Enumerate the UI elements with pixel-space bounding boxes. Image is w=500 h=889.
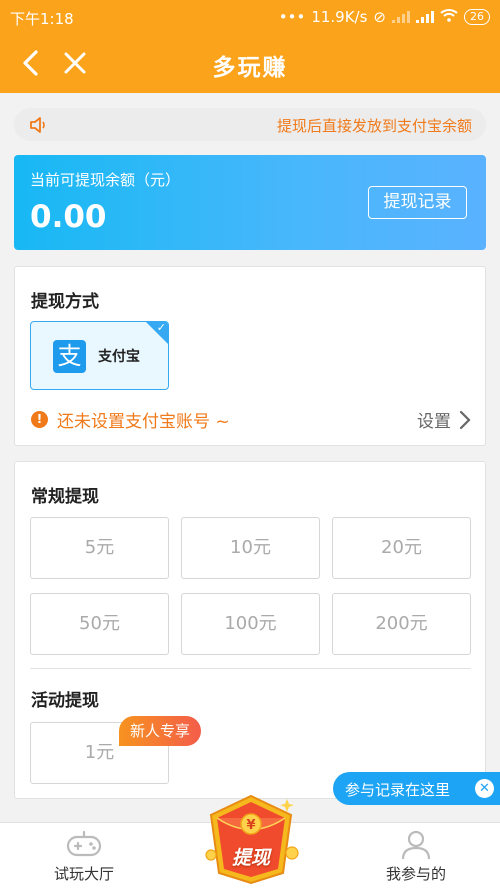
notice-bar: 提现后直接发放到支付宝余额	[14, 108, 486, 141]
notice-text: 提现后直接发放到支付宝余额	[276, 117, 472, 135]
alipay-option[interactable]: 支 支付宝 ✓	[30, 321, 169, 390]
check-icon: ✓	[156, 321, 166, 334]
speaker-icon	[30, 117, 45, 133]
setting-label: 设置	[417, 412, 451, 432]
withdraw-record-button[interactable]: 提现记录	[368, 186, 467, 219]
regular-withdraw-title: 常规提现	[31, 487, 99, 507]
gamepad-icon	[66, 830, 102, 857]
tab-my-participation[interactable]: 我参与的	[346, 823, 486, 889]
tab-trial-hall[interactable]: 试玩大厅	[14, 823, 154, 889]
wifi-icon	[440, 8, 458, 26]
user-icon	[401, 830, 431, 860]
tab-label: 试玩大厅	[53, 865, 114, 883]
red-envelope-icon: ¥	[205, 794, 299, 885]
status-time: 下午1:18	[10, 10, 74, 28]
network-speed: 11.9K/s	[311, 8, 368, 26]
withdraw-center-label: 提现	[231, 847, 270, 869]
hint-close-icon[interactable]: ✕	[475, 779, 494, 798]
more-dots-icon: •••	[278, 8, 306, 26]
section-divider	[30, 668, 471, 669]
header-bar: 下午1:18 ••• 11.9K/s ⊘ 26 多玩赚	[0, 0, 500, 93]
svg-text:¥: ¥	[246, 818, 255, 833]
signal-icon	[416, 11, 434, 23]
account-warning: ! 还未设置支付宝账号 ~	[31, 407, 230, 432]
balance-label: 当前可提现余额（元）	[30, 171, 181, 189]
payment-method-title: 提现方式	[31, 292, 99, 312]
warning-text: 还未设置支付宝账号 ~	[57, 412, 230, 432]
alarm-off-icon: ⊘	[373, 8, 386, 26]
withdraw-card: 常规提现 5元 10元 20元 50元 100元 200元 活动提现 1元 新人…	[14, 461, 486, 799]
nav-bar: 多玩赚	[0, 36, 500, 93]
amount-option[interactable]: 50元	[30, 593, 169, 655]
new-user-badge: 新人专享	[119, 716, 202, 746]
alipay-logo-icon: 支	[53, 340, 86, 373]
chevron-right-icon	[459, 410, 471, 429]
withdraw-center-button[interactable]: ¥ 提现	[203, 793, 299, 886]
battery-indicator: 26	[464, 9, 490, 25]
hint-text: 参与记录在这里	[345, 781, 451, 799]
signal-weak-icon	[392, 11, 410, 23]
amount-option[interactable]: 100元	[181, 593, 320, 655]
amount-option[interactable]: 10元	[181, 517, 320, 579]
amount-option[interactable]: 20元	[332, 517, 471, 579]
balance-amount: 0.00	[30, 199, 107, 235]
activity-withdraw-title: 活动提现	[31, 691, 99, 711]
tab-label: 我参与的	[385, 865, 446, 883]
amount-option[interactable]: 200元	[332, 593, 471, 655]
balance-card: 当前可提现余额（元） 0.00 提现记录	[14, 155, 486, 250]
payment-method-card: 提现方式 支 支付宝 ✓ ! 还未设置支付宝账号 ~ 设置	[14, 266, 486, 446]
participation-hint[interactable]: 参与记录在这里 ✕	[333, 772, 500, 805]
status-icons: ••• 11.9K/s ⊘ 26	[279, 8, 490, 26]
status-bar: 下午1:18 ••• 11.9K/s ⊘ 26	[0, 0, 500, 36]
alipay-label: 支付宝	[98, 349, 140, 365]
page-title: 多玩赚	[212, 55, 288, 81]
amount-option[interactable]: 5元	[30, 517, 169, 579]
setting-link[interactable]: 设置	[417, 407, 471, 432]
warning-icon: !	[31, 411, 48, 428]
